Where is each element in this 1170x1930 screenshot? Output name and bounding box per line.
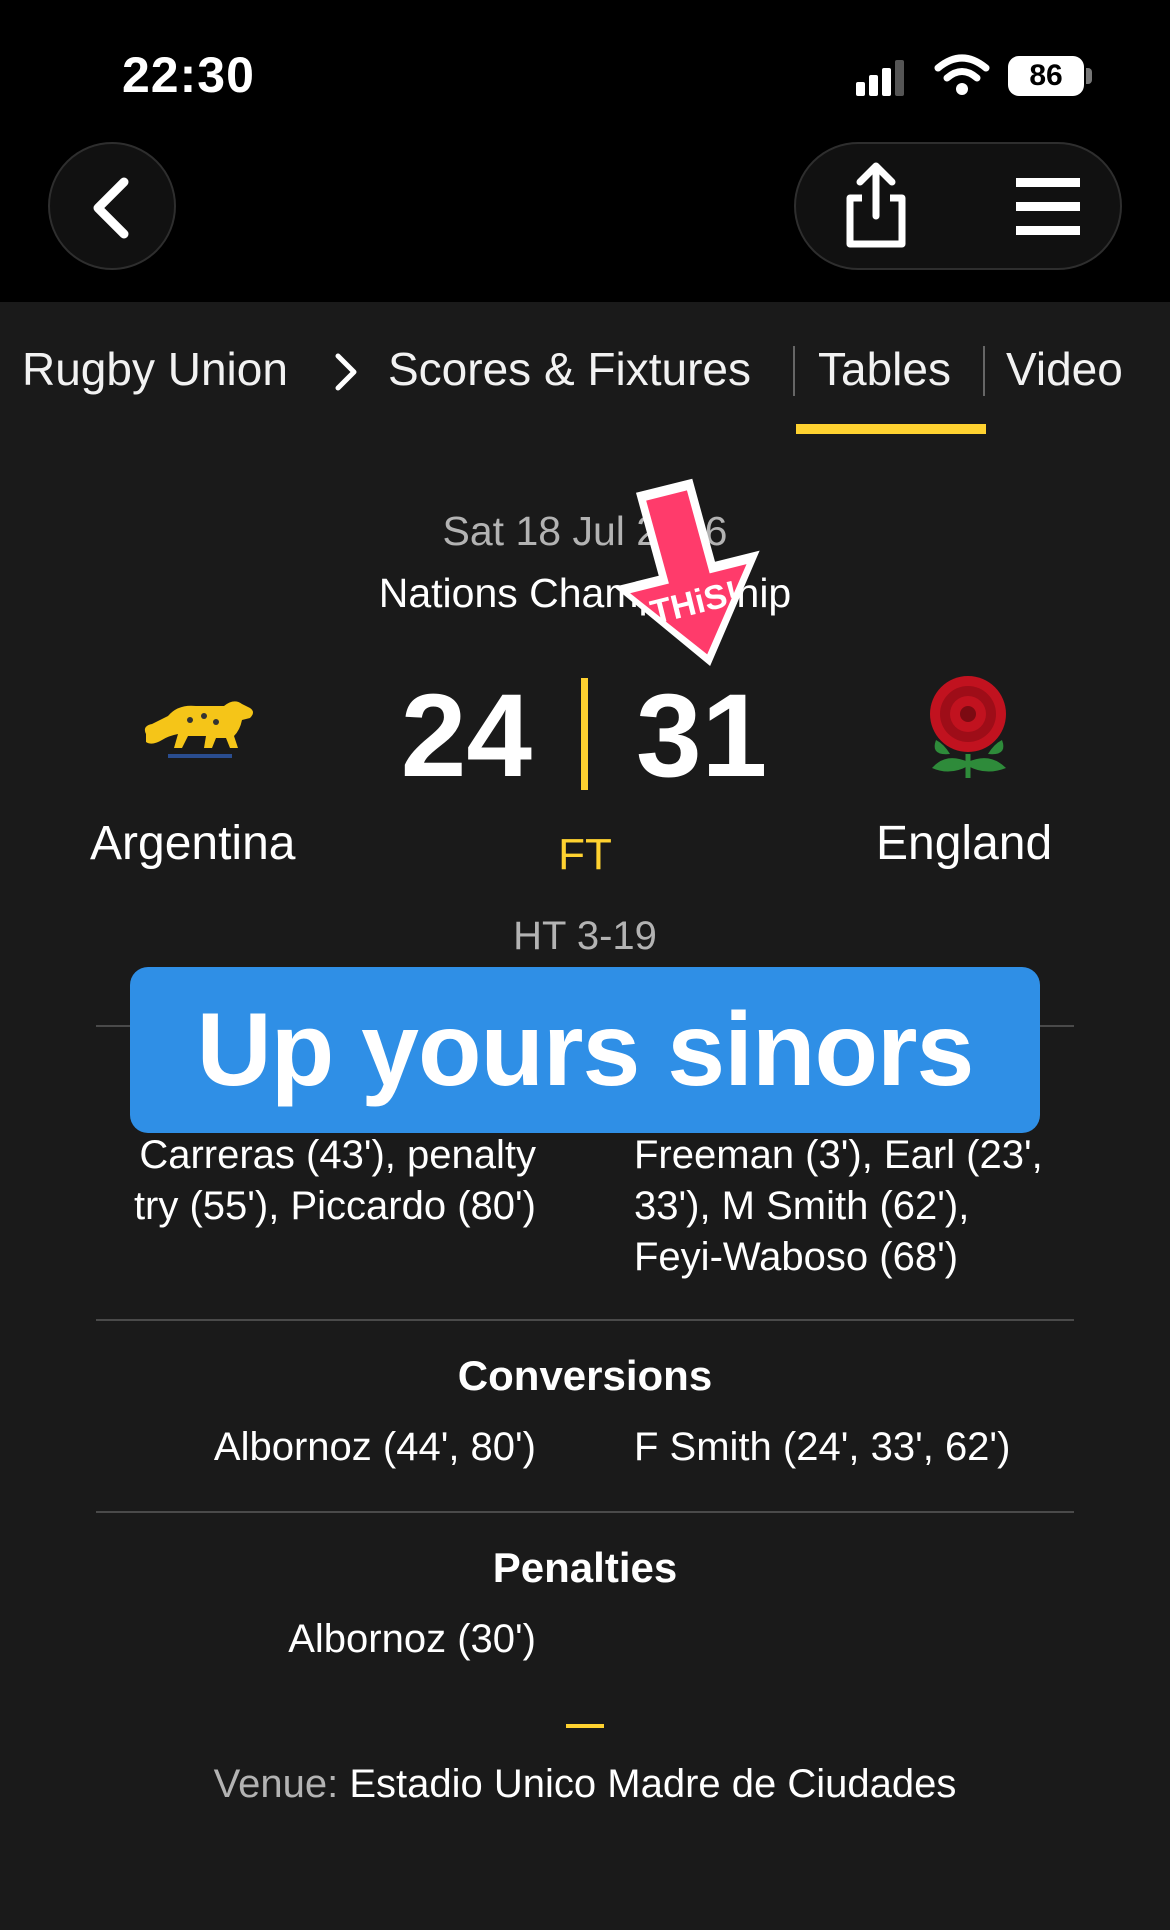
wifi-icon [934,54,990,95]
battery-icon: 86 [1008,56,1084,96]
signal-icon [856,60,904,96]
conversions-title: Conversions [457,1352,713,1399]
breadcrumb-chevron-icon [335,353,357,391]
away-score: 31 [636,670,768,802]
score-divider [581,678,588,790]
competition-name: Nations Championship [378,570,792,616]
match-date: Sat 18 Jul 2026 [442,508,728,554]
home-tries: Carreras (43'), penalty try (55'), Picca… [134,1130,536,1232]
nav-item-video[interactable]: Video [1006,342,1123,396]
match-status: FT [558,830,612,879]
nav-divider [793,346,795,396]
section-nav: Rugby Union Scores & Fixtures Tables Vid… [0,330,1170,410]
back-button[interactable] [48,142,176,270]
venue-accent-dash [566,1724,604,1728]
england-rose-logo-icon [930,676,1006,778]
share-icon[interactable] [832,160,920,252]
divider [96,1319,1074,1321]
status-time: 22:30 [122,47,255,103]
arrow-sticker-icon: THiS! [614,478,760,667]
menu-icon[interactable] [1014,174,1084,240]
divider [96,1511,1074,1513]
caption-overlay: Up yours sinors [130,967,1040,1133]
home-tries-line: try (55'), Piccardo (80') [133,1184,536,1228]
battery-tip [1086,68,1092,84]
nav-divider [983,346,985,396]
back-chevron-icon [93,177,129,239]
nav-item-scores-fixtures[interactable]: Scores & Fixtures [388,342,751,396]
away-tries-line: 33'), M Smith (62'), [634,1184,970,1228]
active-tab-indicator [796,424,986,434]
venue: Venue: Estadio Unico Madre de Ciudades [0,1762,1170,1807]
nav-item-rugby-union[interactable]: Rugby Union [22,342,288,396]
home-tries-line: Carreras (43'), penalty [139,1133,536,1177]
nav-item-tables[interactable]: Tables [818,342,951,396]
away-tries-line: Feyi-Waboso (68') [634,1235,959,1279]
venue-label: Venue: [213,1762,339,1806]
away-conversions: F Smith (24', 33', 62') [634,1425,1011,1469]
home-penalties: Albornoz (30') [288,1617,536,1661]
away-tries: Freeman (3'), Earl (23', 33'), M Smith (… [634,1130,1043,1283]
half-time-score: HT 3-19 [513,914,657,958]
home-conversions: Albornoz (44', 80') [213,1425,536,1469]
penalties-title: Penalties [492,1544,678,1591]
away-tries-line: Freeman (3'), Earl (23', [634,1133,1043,1177]
argentina-puma-logo-icon [144,701,253,758]
venue-name: Estadio Unico Madre de Ciudades [349,1762,957,1806]
home-score: 24 [400,670,532,802]
actions-pill [794,142,1122,270]
